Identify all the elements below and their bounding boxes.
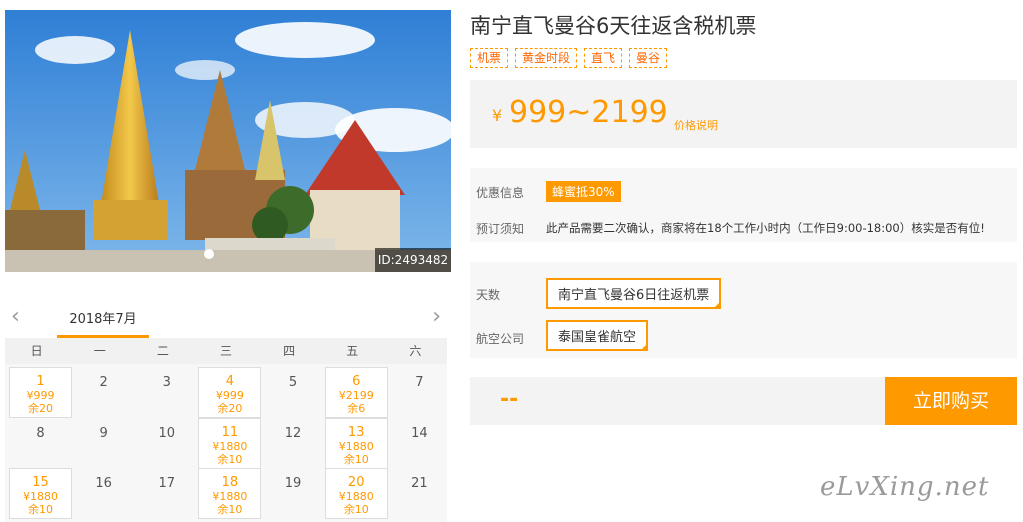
calendar-day-remaining: 余10	[217, 503, 243, 516]
weekday-label: 二	[156, 344, 169, 358]
price-currency: ¥	[492, 106, 503, 125]
weekday-label: 日	[30, 344, 43, 358]
calendar-day-number: 7	[415, 375, 424, 390]
calendar-day[interactable]: 1 ¥999 余20	[9, 367, 72, 418]
calendar-day-price: ¥999	[26, 389, 55, 402]
calendar-day[interactable]: 18 ¥1880 余10	[198, 468, 262, 519]
calendar-day-number: 21	[411, 476, 428, 491]
next-month-arrow-icon[interactable]: ›	[432, 304, 441, 329]
tag-bangkok: 曼谷	[629, 48, 668, 68]
calendar-day-number: 19	[284, 476, 302, 491]
calendar-day-number: 20	[347, 475, 365, 490]
calendar-day[interactable]: 6 ¥2199 余6	[324, 367, 388, 418]
buy-now-button[interactable]: 立即购买	[885, 377, 1017, 425]
options-panel: 天数 南宁直飞曼谷6日往返机票 航空公司 泰国皇雀航空	[470, 262, 1017, 358]
temple-illustration	[5, 10, 451, 272]
calendar-month-tab[interactable]: 2018年7月	[57, 308, 149, 338]
weekday-label: 四	[283, 344, 296, 358]
calendar-day: 10	[135, 418, 198, 469]
calendar-day-remaining: 余10	[343, 453, 369, 466]
calendar-day-price: ¥2199	[338, 389, 374, 402]
promo-badge: 蜂蜜抵30%	[546, 181, 621, 202]
calendar-day-number: 9	[99, 426, 108, 441]
calendar-day: 12	[262, 418, 325, 469]
calendar-day: 8	[9, 418, 72, 469]
tag-direct: 直飞	[584, 48, 623, 68]
calendar-grid: 1 ¥999 余20 2 3 4 ¥999 余20 5 6 ¥2199 余6 7 8 9 10 11 ¥1880 余…	[5, 364, 447, 522]
calendar-day[interactable]: 20 ¥1880 余10	[324, 468, 388, 519]
calendar-day-remaining: 余20	[217, 402, 243, 415]
calendar-day: 9	[72, 418, 135, 469]
tag-flight: 机票	[470, 48, 509, 68]
calendar-day-remaining: 余20	[28, 402, 53, 415]
days-label: 天数	[476, 288, 501, 302]
product-title: 南宁直飞曼谷6天往返含税机票	[470, 14, 757, 38]
weekday-label: 五	[346, 344, 359, 358]
calendar-day-price: ¥1880	[23, 490, 58, 503]
calendar-day[interactable]: 4 ¥999 余20	[198, 367, 262, 418]
calendar-day-number: 3	[162, 375, 171, 390]
tag-golden-time: 黄金时段	[515, 48, 578, 68]
weekday-label: 六	[409, 344, 422, 358]
airline-option-button[interactable]: 泰国皇雀航空	[546, 320, 649, 351]
prev-month-arrow-icon[interactable]: ‹	[11, 304, 20, 329]
weekday-label: 三	[219, 344, 232, 358]
calendar-weekdays: 日 一 二 三 四 五 六	[5, 338, 447, 364]
calendar-day: 19	[262, 468, 325, 519]
calendar-day: 16	[72, 468, 135, 519]
calendar-day-number: 6	[352, 374, 361, 389]
product-tags: 机票 黄金时段 直飞 曼谷	[470, 48, 668, 68]
calendar-day-number: 17	[158, 476, 176, 491]
airline-label: 航空公司	[476, 332, 525, 346]
calendar-day: 2	[72, 367, 135, 418]
calendar-header: ‹ 2018年7月 ›	[5, 300, 451, 338]
calendar-day: 14	[388, 418, 451, 469]
calendar-day-price: ¥1880	[212, 490, 248, 503]
calendar-day-number: 11	[221, 425, 239, 440]
calendar-day-number: 14	[411, 426, 428, 441]
calendar-day-number: 13	[347, 425, 365, 440]
purchase-bar: -- 立即购买	[470, 377, 1017, 425]
calendar-day-remaining: 余6	[347, 402, 366, 415]
calendar-day-remaining: 余10	[343, 503, 369, 516]
info-panel: 优惠信息 蜂蜜抵30% 预订须知 此产品需要二次确认，商家将在18个工作小时内（…	[470, 168, 1017, 242]
carousel-dot[interactable]	[204, 249, 214, 259]
calendar-day[interactable]: 11 ¥1880 余10	[198, 418, 262, 469]
product-photo[interactable]: ID:2493482	[5, 10, 451, 272]
calendar-day: 3	[135, 367, 198, 418]
days-option-button[interactable]: 南宁直飞曼谷6日往返机票	[546, 278, 722, 309]
calendar-day[interactable]: 13 ¥1880 余10	[324, 418, 388, 469]
photo-id-label: ID:2493482	[375, 248, 451, 272]
calendar-day: 5	[262, 367, 325, 418]
calendar-day-remaining: 余10	[217, 453, 243, 466]
price-note-link[interactable]: 价格说明	[674, 117, 718, 133]
calendar-day-number: 2	[99, 375, 108, 390]
notice-label: 预订须知	[476, 222, 525, 236]
calendar-day-price: ¥1880	[338, 490, 374, 503]
calendar-day-price: ¥999	[215, 389, 244, 402]
weekday-label: 一	[93, 344, 106, 358]
notice-text: 此产品需要二次确认，商家将在18个工作小时内（工作日9:00-18:00）核实是…	[546, 221, 985, 235]
promo-label: 优惠信息	[476, 186, 525, 200]
calendar-day-number: 10	[158, 426, 176, 441]
calendar-day-number: 1	[36, 374, 45, 389]
calendar-day-number: 4	[225, 374, 235, 389]
calendar-day-price: ¥1880	[212, 440, 248, 453]
calendar-day: 7	[388, 367, 451, 418]
quantity-display: --	[500, 387, 519, 412]
watermark-logo: eLvXing.net	[820, 472, 990, 502]
calendar-day: 21	[388, 468, 451, 519]
price-panel: ¥ 999~2199 价格说明	[470, 80, 1017, 148]
calendar-day-number: 5	[288, 375, 298, 390]
calendar-day-price: ¥1880	[338, 440, 374, 453]
calendar-day-remaining: 余10	[28, 503, 53, 516]
calendar-day[interactable]: 15 ¥1880 余10	[9, 468, 72, 519]
calendar-day-number: 12	[284, 426, 302, 441]
calendar-day-number: 16	[95, 476, 112, 491]
calendar-day: 17	[135, 468, 198, 519]
calendar-day-number: 15	[32, 475, 49, 490]
calendar-day-number: 18	[221, 475, 239, 490]
calendar-day-number: 8	[36, 426, 45, 441]
price-range: 999~2199	[509, 95, 668, 130]
